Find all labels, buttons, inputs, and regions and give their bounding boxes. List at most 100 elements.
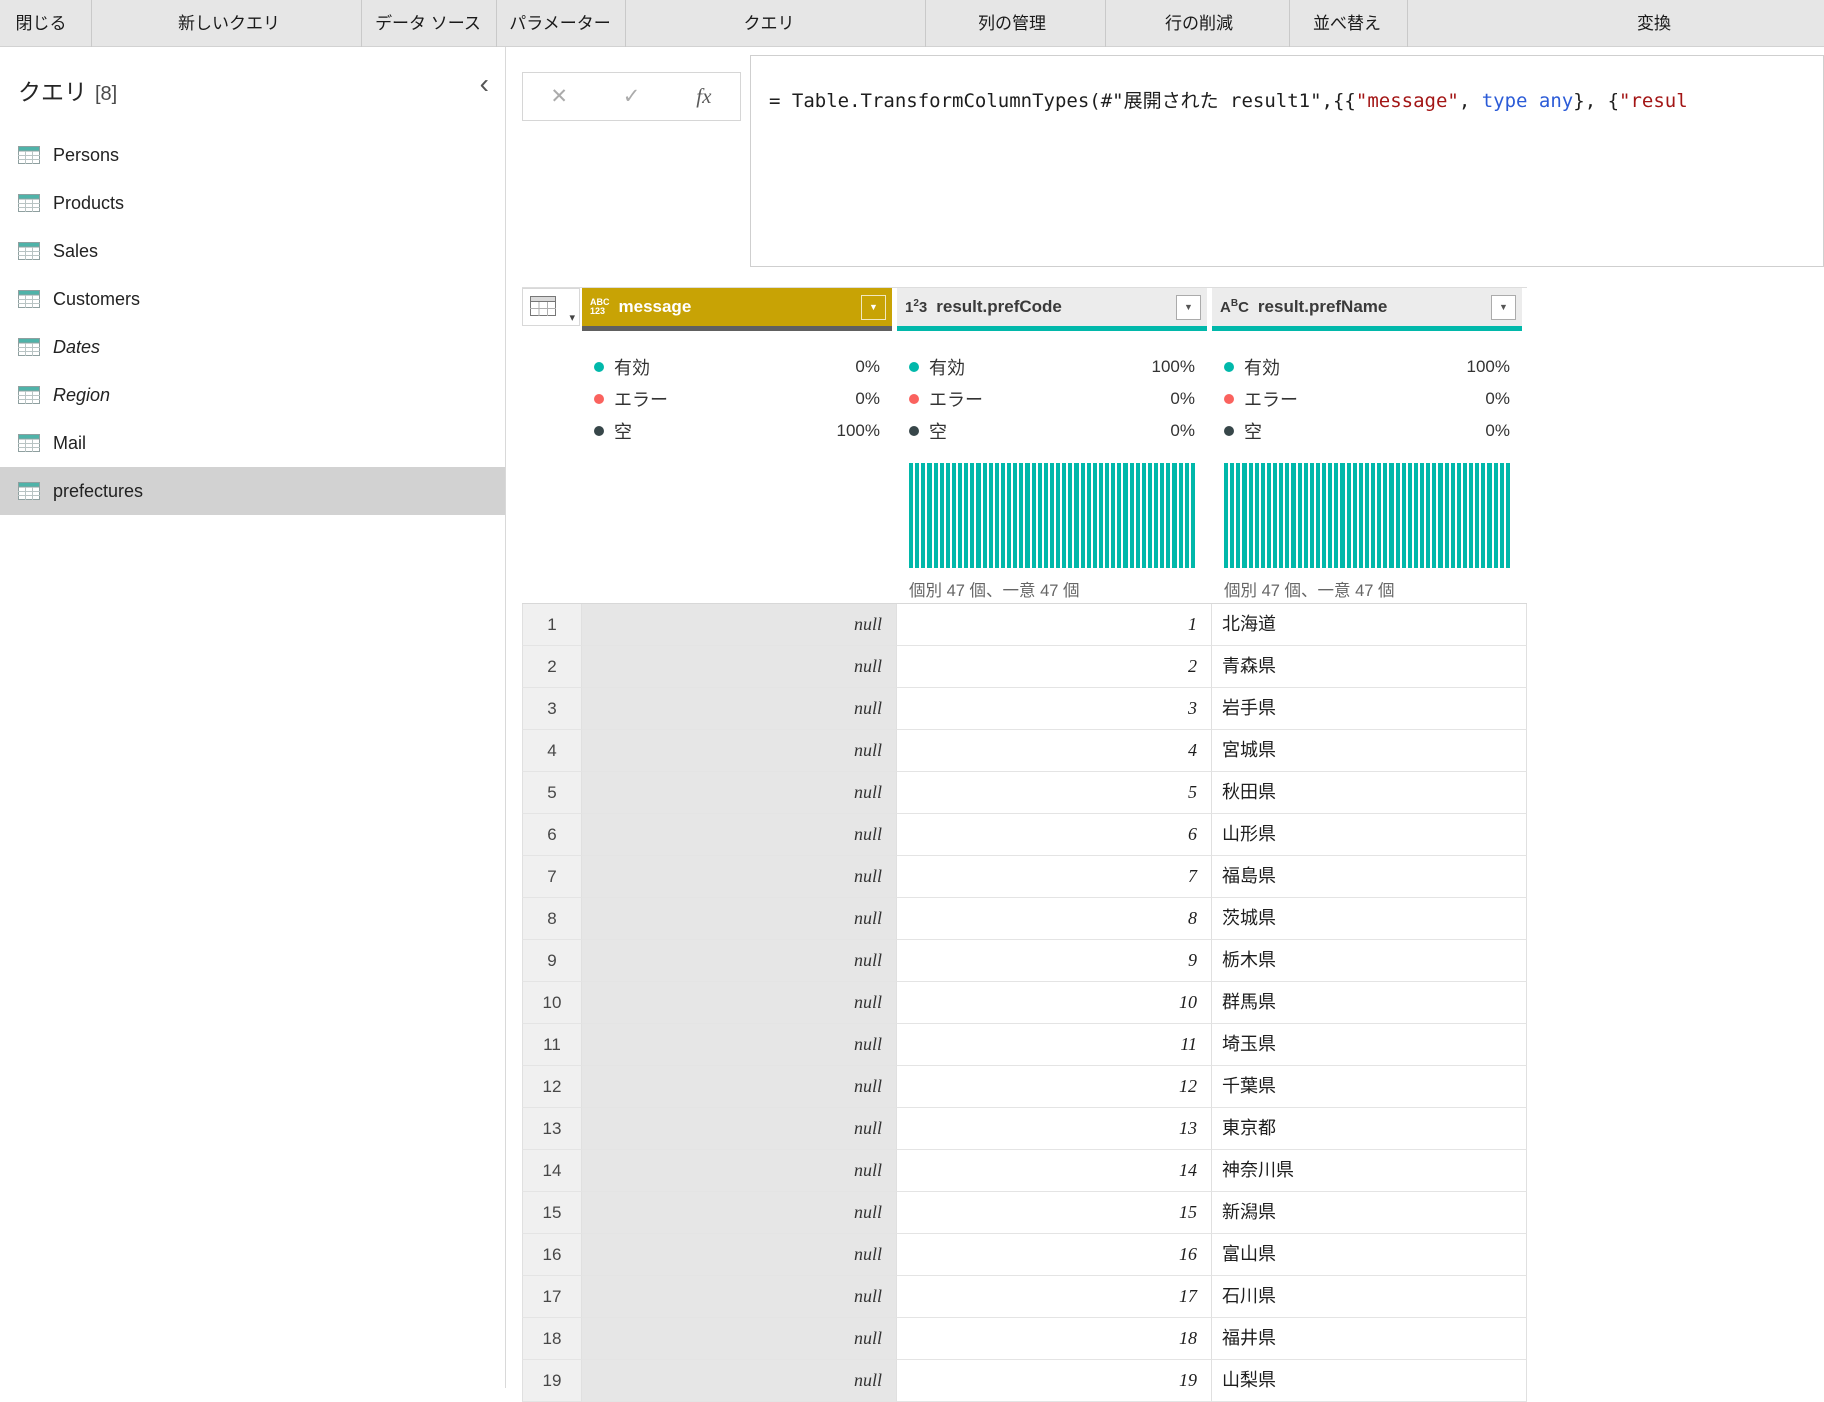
cell-prefname[interactable]: 山形県 [1212, 814, 1527, 856]
cell-message[interactable]: null [582, 730, 897, 772]
row-number[interactable]: 11 [522, 1024, 582, 1066]
sidebar-item-mail[interactable]: Mail [0, 419, 505, 467]
ribbon-tab-close[interactable]: 閉じる [16, 0, 67, 47]
ribbon-tab-new-query[interactable]: 新しいクエリ [178, 0, 280, 47]
sidebar-item-persons[interactable]: Persons [0, 131, 505, 179]
column-type-any-icon[interactable]: ABC 123 [590, 298, 610, 316]
collapse-pane-icon[interactable]: ‹ [480, 67, 489, 101]
row-number[interactable]: 3 [522, 688, 582, 730]
ribbon-tab-reduce-rows[interactable]: 行の削減 [1165, 0, 1233, 47]
column-type-text-icon[interactable]: ABC [1220, 298, 1249, 316]
cell-prefcode[interactable]: 12 [897, 1066, 1212, 1108]
cell-prefname[interactable]: 福島県 [1212, 856, 1527, 898]
filter-button[interactable]: ▼ [861, 294, 886, 320]
cell-message[interactable]: null [582, 940, 897, 982]
ribbon-tab-data-source[interactable]: データ ソース [375, 0, 481, 47]
cell-message[interactable]: null [582, 814, 897, 856]
row-number[interactable]: 8 [522, 898, 582, 940]
row-number[interactable]: 1 [522, 604, 582, 646]
cell-message[interactable]: null [582, 772, 897, 814]
row-number[interactable]: 13 [522, 1108, 582, 1150]
formula-input[interactable]: = Table.TransformColumnTypes(#"展開された res… [750, 55, 1824, 267]
cell-prefcode[interactable]: 8 [897, 898, 1212, 940]
cell-prefcode[interactable]: 1 [897, 604, 1212, 646]
cell-prefname[interactable]: 富山県 [1212, 1234, 1527, 1276]
column-type-number-icon[interactable]: 123 [905, 298, 927, 316]
ribbon-tab-sort[interactable]: 並べ替え [1313, 0, 1381, 47]
row-number[interactable]: 4 [522, 730, 582, 772]
cell-prefname[interactable]: 秋田県 [1212, 772, 1527, 814]
cell-prefcode[interactable]: 18 [897, 1318, 1212, 1360]
cell-prefname[interactable]: 山梨県 [1212, 1360, 1527, 1402]
cell-prefcode[interactable]: 19 [897, 1360, 1212, 1402]
cell-prefcode[interactable]: 14 [897, 1150, 1212, 1192]
select-all-button[interactable]: ▾ [522, 288, 580, 326]
sidebar-item-products[interactable]: Products [0, 179, 505, 227]
cell-prefcode[interactable]: 15 [897, 1192, 1212, 1234]
row-number[interactable]: 5 [522, 772, 582, 814]
cell-prefname[interactable]: 岩手県 [1212, 688, 1527, 730]
cell-prefname[interactable]: 宮城県 [1212, 730, 1527, 772]
cell-prefcode[interactable]: 2 [897, 646, 1212, 688]
cell-prefname[interactable]: 群馬県 [1212, 982, 1527, 1024]
column-header-prefname[interactable]: ABC result.prefName ▼ [1212, 288, 1522, 326]
ribbon-tab-transform[interactable]: 変換 [1637, 0, 1671, 47]
cell-message[interactable]: null [582, 1318, 897, 1360]
cell-prefcode[interactable]: 16 [897, 1234, 1212, 1276]
sidebar-item-region[interactable]: Region [0, 371, 505, 419]
cell-prefcode[interactable]: 11 [897, 1024, 1212, 1066]
cell-message[interactable]: null [582, 646, 897, 688]
sidebar-item-prefectures[interactable]: prefectures [0, 467, 505, 515]
cell-prefcode[interactable]: 3 [897, 688, 1212, 730]
row-number[interactable]: 7 [522, 856, 582, 898]
cell-message[interactable]: null [582, 1360, 897, 1402]
column-header-prefcode[interactable]: 123 result.prefCode ▼ [897, 288, 1207, 326]
commit-icon[interactable]: ✓ [595, 84, 667, 109]
row-number[interactable]: 17 [522, 1276, 582, 1318]
cell-prefcode[interactable]: 17 [897, 1276, 1212, 1318]
row-number[interactable]: 18 [522, 1318, 582, 1360]
row-number[interactable]: 2 [522, 646, 582, 688]
cell-prefname[interactable]: 石川県 [1212, 1276, 1527, 1318]
row-number[interactable]: 19 [522, 1360, 582, 1402]
cell-prefname[interactable]: 神奈川県 [1212, 1150, 1527, 1192]
cell-prefcode[interactable]: 9 [897, 940, 1212, 982]
cell-prefcode[interactable]: 7 [897, 856, 1212, 898]
cell-message[interactable]: null [582, 1108, 897, 1150]
ribbon-tab-parameters[interactable]: パラメーター [509, 0, 611, 47]
sidebar-item-dates[interactable]: Dates [0, 323, 505, 371]
cancel-icon[interactable]: ✕ [523, 84, 595, 109]
cell-prefname[interactable]: 新潟県 [1212, 1192, 1527, 1234]
column-header-message[interactable]: ABC 123 message ▼ [582, 288, 892, 326]
cell-prefname[interactable]: 青森県 [1212, 646, 1527, 688]
cell-message[interactable]: null [582, 1150, 897, 1192]
row-number[interactable]: 12 [522, 1066, 582, 1108]
cell-prefname[interactable]: 千葉県 [1212, 1066, 1527, 1108]
cell-prefname[interactable]: 北海道 [1212, 604, 1527, 646]
cell-prefname[interactable]: 東京都 [1212, 1108, 1527, 1150]
cell-message[interactable]: null [582, 688, 897, 730]
cell-message[interactable]: null [582, 1192, 897, 1234]
ribbon-tab-manage-columns[interactable]: 列の管理 [978, 0, 1046, 47]
cell-message[interactable]: null [582, 604, 897, 646]
cell-message[interactable]: null [582, 1066, 897, 1108]
sidebar-item-sales[interactable]: Sales [0, 227, 505, 275]
cell-message[interactable]: null [582, 982, 897, 1024]
cell-prefname[interactable]: 茨城県 [1212, 898, 1527, 940]
cell-prefcode[interactable]: 13 [897, 1108, 1212, 1150]
cell-prefcode[interactable]: 6 [897, 814, 1212, 856]
row-number[interactable]: 10 [522, 982, 582, 1024]
cell-message[interactable]: null [582, 1234, 897, 1276]
cell-message[interactable]: null [582, 1276, 897, 1318]
row-number[interactable]: 14 [522, 1150, 582, 1192]
row-number[interactable]: 9 [522, 940, 582, 982]
cell-prefname[interactable]: 埼玉県 [1212, 1024, 1527, 1066]
filter-button[interactable]: ▼ [1491, 294, 1516, 320]
cell-prefcode[interactable]: 10 [897, 982, 1212, 1024]
cell-prefname[interactable]: 栃木県 [1212, 940, 1527, 982]
cell-prefcode[interactable]: 5 [897, 772, 1212, 814]
cell-message[interactable]: null [582, 856, 897, 898]
cell-prefcode[interactable]: 4 [897, 730, 1212, 772]
row-number[interactable]: 6 [522, 814, 582, 856]
filter-button[interactable]: ▼ [1176, 294, 1201, 320]
